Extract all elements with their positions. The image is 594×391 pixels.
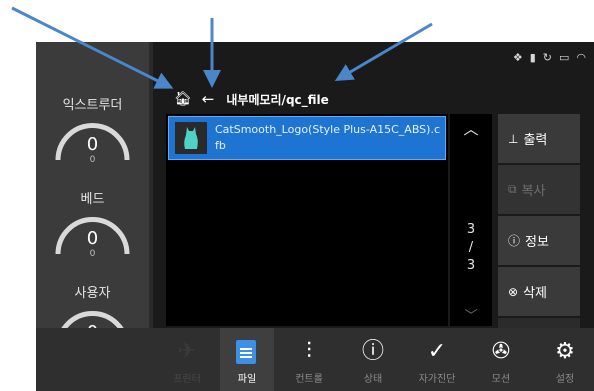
nav-settings[interactable]: ⚙ 설정 (538, 328, 592, 391)
fan-icon: ✇ (491, 339, 511, 364)
page-current: 3 (466, 222, 476, 237)
nav-printer-label: 프린터 (173, 374, 201, 385)
info-button[interactable]: ⓘ 정보 (498, 216, 580, 267)
action-column: ⊥ 출력 ⧉ 복사 ⓘ 정보 ⊗ 삭제 (498, 114, 580, 328)
current-path: 내부메모리/qc_file (226, 92, 329, 107)
sd-card-icon: ▮ (529, 51, 536, 64)
print-label: 출력 (523, 133, 548, 148)
info-label: 정보 (525, 235, 549, 250)
printer-icon: ✈ (177, 339, 197, 364)
extruder-value: 0 (86, 134, 99, 155)
scroll-down-icon[interactable]: ﹀ (450, 305, 492, 324)
nav-printer[interactable]: ✈ 프린터 (160, 328, 214, 391)
page-total: 3 (466, 258, 476, 273)
delete-button[interactable]: ⊗ 삭제 (498, 267, 580, 318)
home-icon[interactable]: 🏠︎ (174, 91, 192, 107)
extruder-gauge[interactable]: 익스트루더 0 0 (36, 94, 149, 184)
copy-button[interactable]: ⧉ 복사 (498, 165, 580, 216)
panel-divider (149, 42, 153, 332)
nav-selftest[interactable]: ✓ 자가진단 (410, 328, 464, 391)
gear-icon: ⚙ (555, 339, 575, 364)
nav-selftest-label: 자가진단 (418, 374, 456, 385)
back-arrow-icon[interactable]: ← (202, 90, 215, 108)
check-icon: ✓ (427, 339, 447, 364)
bed-sub: 0 (89, 249, 96, 259)
scroll-up-icon[interactable]: ︿ (450, 118, 492, 139)
nav-file-label: 파일 (237, 374, 257, 385)
delete-label: 삭제 (523, 286, 547, 301)
pagination-column: ︿ 3 / 3 ﹀ (450, 114, 492, 326)
bed-gauge[interactable]: 베드 0 0 (36, 188, 149, 278)
sliders-icon: ⫶ (306, 339, 312, 364)
file-thumbnail (175, 122, 207, 154)
refresh-icon: ↻ (542, 51, 552, 64)
copy-icon: ⧉ (508, 182, 517, 196)
print-button[interactable]: ⊥ 출력 (498, 114, 580, 165)
nav-motion-label: 모션 (491, 374, 511, 385)
nav-status-label: 상태 (363, 374, 383, 385)
file-list: CatSmooth_Logo(Style Plus-A15C_ABS).cfb (166, 114, 448, 326)
delete-icon: ⊗ (508, 284, 519, 299)
path-bar: 🏠︎ ← 내부메모리/qc_file (174, 90, 329, 108)
file-name: CatSmooth_Logo(Style Plus-A15C_ABS).cfb (215, 123, 440, 152)
camera-icon: ▭ (558, 51, 570, 64)
extruder-sub: 0 (89, 155, 96, 165)
printer-screen: 익스트루더 0 0 베드 0 0 사용자 0 0g ❖ ▮ ↻ (36, 42, 594, 391)
wifi-icon: ◠ (576, 51, 586, 64)
extruder-label: 익스트루더 (62, 98, 123, 113)
cat-model-icon (184, 127, 198, 149)
nav-control-label: 컨트롤 (295, 374, 323, 385)
file-list-item[interactable]: CatSmooth_Logo(Style Plus-A15C_ABS).cfb (168, 116, 446, 160)
page-separator: / (468, 240, 474, 255)
bottom-nav: ✈ 프린터 파일 ⫶ 컨트롤 ⓘ 상태 ✓ 자가진단 ✇ 모션 ⚙ 설정 (36, 328, 594, 391)
bed-label: 베드 (80, 192, 105, 207)
nav-motion[interactable]: ✇ 모션 (474, 328, 528, 391)
status-info-icon: ⓘ (361, 339, 384, 364)
user-label: 사용자 (74, 286, 111, 301)
nav-status[interactable]: ⓘ 상태 (346, 328, 400, 391)
settings-cluster-icon: ❖ (512, 51, 523, 64)
file-icon (236, 340, 256, 364)
info-icon: ⓘ (508, 234, 521, 248)
print-icon: ⊥ (508, 131, 519, 146)
nav-file[interactable]: 파일 (220, 328, 274, 391)
nav-settings-label: 설정 (555, 374, 575, 385)
status-bar: ❖ ▮ ↻ ▭ ◠ (513, 52, 586, 64)
copy-label: 복사 (521, 184, 546, 199)
nav-control[interactable]: ⫶ 컨트롤 (282, 328, 336, 391)
bed-value: 0 (86, 228, 99, 249)
